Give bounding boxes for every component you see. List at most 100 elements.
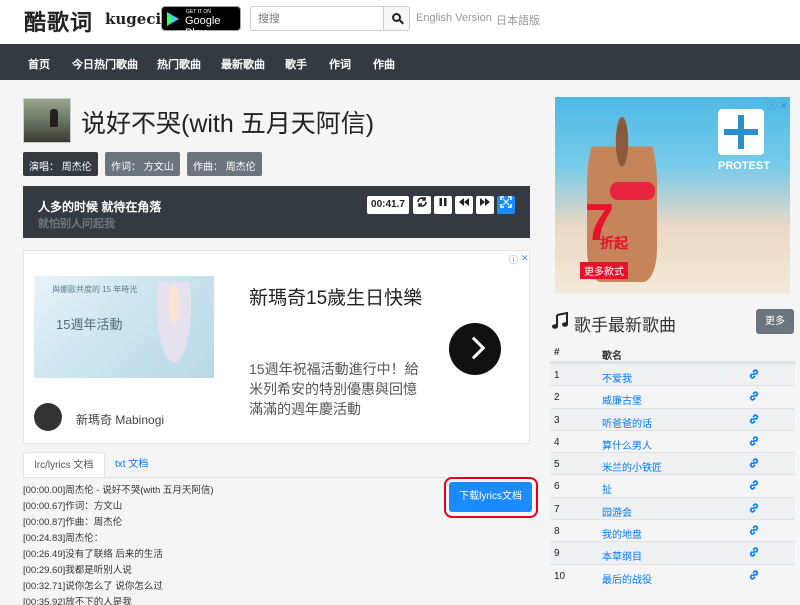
composer-tag[interactable]: 作曲： 周杰伦 — [187, 152, 262, 176]
table-row: 1 不爱我 — [550, 363, 795, 386]
main-nav: 首页 今日热门歌曲 热门歌曲 最新歌曲 歌手 作词 作曲 — [0, 44, 800, 80]
song-number: 4 — [554, 436, 560, 448]
japanese-version-link[interactable]: 日本語版 — [496, 12, 540, 28]
forward-button[interactable] — [476, 196, 494, 214]
lyricist-tag[interactable]: 作词： 方文山 — [105, 152, 180, 176]
nav-today-hot[interactable]: 今日热门歌曲 — [72, 56, 138, 72]
table-row: 8 我的地盘 — [550, 519, 795, 541]
forward-icon — [480, 198, 490, 206]
link-icon[interactable] — [748, 569, 760, 581]
song-link[interactable]: 本草纲目 — [602, 548, 642, 563]
song-link[interactable]: 米兰的小铁匠 — [602, 459, 662, 474]
ad-description: 15週年祝福活動進行中！給米列希安的特別優惠與回憶滿滿的週年慶活動 — [249, 361, 419, 417]
search-input[interactable] — [250, 6, 384, 31]
link-icon[interactable] — [748, 413, 760, 425]
singer-tag[interactable]: 演唱： 周杰伦 — [23, 152, 98, 176]
nav-composers[interactable]: 作曲 — [373, 56, 395, 72]
link-icon[interactable] — [748, 524, 760, 536]
nav-home[interactable]: 首页 — [28, 56, 50, 72]
google-play-big-text: Google Play — [185, 15, 221, 39]
song-link[interactable]: 威廉古堡 — [602, 392, 642, 407]
link-icon[interactable] — [748, 502, 760, 514]
repeat-icon — [417, 197, 427, 207]
song-link[interactable]: 最后的战役 — [602, 571, 652, 586]
tab-txt[interactable]: txt 文档 — [115, 452, 148, 478]
song-link[interactable]: 园游会 — [602, 504, 632, 519]
col-number: # — [554, 347, 560, 358]
side-ad[interactable]: ⓘ ✕ PROTEST 7 折起 更多款式 — [555, 97, 790, 294]
rewind-button[interactable] — [455, 196, 473, 214]
lyric-line: [00:00.67]作词：方文山 — [23, 501, 123, 512]
site-logo-en[interactable]: kugeci — [105, 10, 161, 28]
nav-new-songs[interactable]: 最新歌曲 — [221, 56, 265, 72]
search-icon-handle — [399, 19, 404, 25]
song-number: 9 — [554, 548, 560, 560]
ad-title[interactable]: 新瑪奇15歲生日快樂 — [249, 284, 429, 314]
song-link[interactable]: 不爱我 — [602, 370, 632, 385]
download-lyrics-button[interactable]: 下载lyrics文档 — [449, 482, 532, 512]
more-songs-button[interactable]: 更多 — [756, 309, 794, 334]
song-number: 2 — [554, 392, 560, 404]
ad-image-caption: 與娜歐共度的 15 年時光 — [52, 285, 138, 294]
song-number: 8 — [554, 526, 560, 538]
nav-hot-songs[interactable]: 热门歌曲 — [157, 56, 201, 72]
song-number: 5 — [554, 459, 560, 471]
link-icon[interactable] — [748, 390, 760, 402]
repeat-button[interactable] — [413, 196, 431, 214]
nav-singers[interactable]: 歌手 — [285, 56, 307, 72]
nav-lyricists[interactable]: 作词 — [329, 56, 351, 72]
chevron-right-icon — [462, 336, 486, 360]
ad-close-icon[interactable]: ✕ — [521, 253, 529, 264]
table-row: 10 最后的战役 — [550, 563, 795, 586]
google-play-badge[interactable]: GET IT ON Google Play — [161, 6, 241, 39]
lyric-line: [00:00.87]作曲：周杰伦 — [23, 517, 123, 528]
ad-open-button[interactable] — [449, 323, 501, 375]
side-ad-brand: PROTEST — [718, 160, 770, 172]
site-logo[interactable]: 酷歌词 — [24, 5, 93, 37]
fullscreen-icon — [500, 196, 512, 208]
pause-button[interactable] — [434, 196, 452, 214]
google-play-icon-accent — [167, 12, 173, 26]
table-row: 2 威廉古堡 — [550, 385, 795, 407]
table-row: 3 听爸爸的话 — [550, 407, 795, 430]
ad-brand-name: 新瑪奇 Mabinogi — [76, 413, 165, 427]
lyric-line: [00:32.71]说你怎么了 说你怎么过 — [23, 581, 163, 592]
time-display: 00:41.7 — [367, 196, 409, 214]
english-version-link[interactable]: English Version — [416, 12, 492, 24]
song-title: 说好不哭(with 五月天阿信) — [81, 110, 375, 138]
song-link[interactable]: 听爸爸的话 — [602, 415, 652, 430]
ad-image-character — [154, 282, 194, 372]
lyrics-player: 人多的时候 就待在角落 就怕别人问起我 00:41.7 — [23, 186, 530, 238]
album-cover — [23, 98, 71, 143]
lyric-line: [00:35.92]放不下的人是我 — [23, 597, 132, 605]
table-row: 6扯 — [550, 474, 795, 496]
rewind-icon — [459, 198, 469, 206]
link-icon[interactable] — [748, 546, 760, 558]
col-song-name: 歌名 — [602, 351, 622, 362]
song-number: 1 — [554, 370, 560, 381]
side-ad-more[interactable]: 更多款式 — [580, 262, 628, 279]
ad-info-icon[interactable]: ⓘ — [509, 253, 518, 266]
song-link[interactable]: 扯 — [602, 481, 612, 496]
table-header: # 歌名 — [550, 343, 795, 363]
search-button[interactable] — [383, 6, 410, 31]
link-icon[interactable] — [748, 368, 760, 380]
tab-lrc[interactable]: lrc/lyrics 文档 — [23, 452, 105, 478]
lyric-line: [00:24.83]周杰伦： — [23, 533, 104, 544]
link-icon[interactable] — [748, 435, 760, 447]
album-cover-figure — [50, 109, 58, 127]
side-ad-info-icon[interactable]: ⓘ ✕ — [767, 97, 788, 112]
fullscreen-button[interactable] — [497, 196, 515, 214]
song-number: 7 — [554, 503, 560, 515]
table-row: 5 米兰的小铁匠 — [550, 452, 795, 475]
table-row: 9 本草纲目 — [550, 541, 795, 564]
side-ad-swimsuit — [610, 182, 655, 200]
song-link[interactable]: 我的地盘 — [602, 526, 642, 541]
link-icon[interactable] — [748, 479, 760, 491]
ad-image[interactable]: 與娜歐共度的 15 年時光 15週年活動 — [34, 276, 214, 378]
lyric-line: [00:00.00]周杰伦 - 说好不哭(with 五月天阿信) — [23, 485, 214, 496]
song-link[interactable]: 算什么男人 — [602, 437, 652, 452]
link-icon[interactable] — [748, 457, 760, 469]
main-ad[interactable]: ⓘ ✕ 與娜歐共度的 15 年時光 15週年活動 新瑪奇15歲生日快樂 15週年… — [23, 250, 530, 444]
song-number: 10 — [554, 570, 566, 582]
